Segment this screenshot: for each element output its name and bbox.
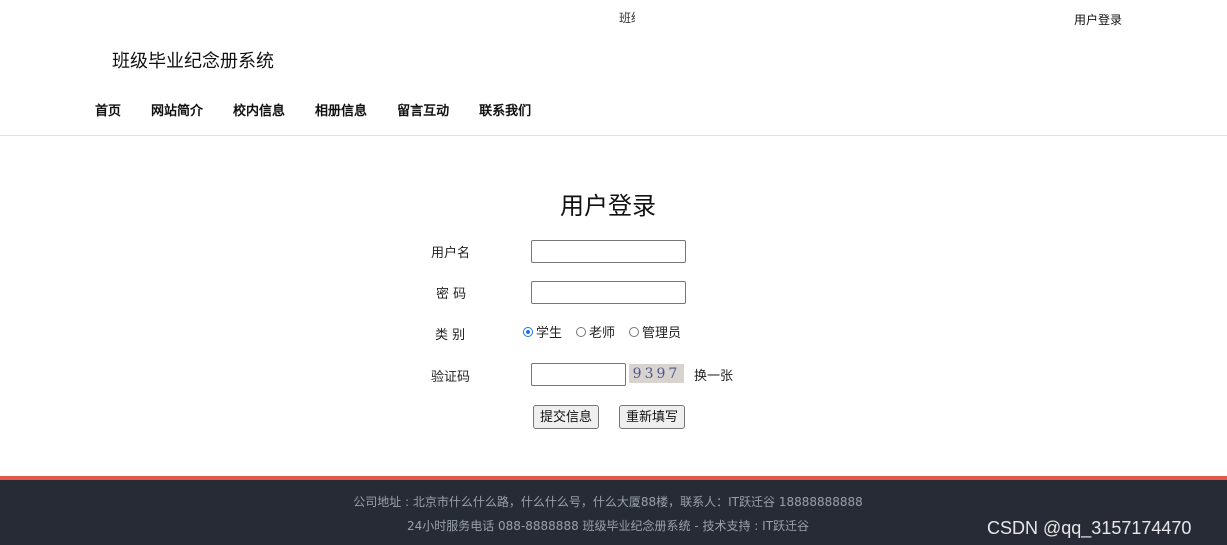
refresh-captcha-link[interactable]: 换一张 <box>694 365 733 384</box>
username-field[interactable] <box>531 240 686 263</box>
watermark: CSDN @qq_3157174470 <box>987 518 1192 538</box>
scrolling-notice: 班级 <box>619 11 635 25</box>
radio-teacher[interactable]: 老师 <box>576 322 615 341</box>
top-bar: 班级 用户登录 <box>0 0 1227 36</box>
nav-item-about[interactable]: 网站简介 <box>151 100 203 119</box>
nav-divider <box>0 135 1227 136</box>
user-login-link[interactable]: 用户登录 <box>1074 11 1122 28</box>
radio-button[interactable] <box>629 326 640 337</box>
site-title: 班级毕业纪念册系统 <box>112 51 274 72</box>
password-label: 密 码 <box>436 287 467 302</box>
captcha-image[interactable]: 9397 <box>629 364 684 383</box>
reset-button[interactable]: 重新填写 <box>619 405 686 429</box>
user-type-radio-group: 学生 老师 管理员 <box>523 322 695 341</box>
user-type-label: 类 别 <box>435 328 466 343</box>
page-title: 用户登录 <box>560 192 656 220</box>
footer-address: 公司地址 : 北京市什么什么路，什么什么号，什么大厦88楼，联系人：IT跃迁谷 … <box>353 495 863 509</box>
footer: 公司地址 : 北京市什么什么路，什么什么号，什么大厦88楼，联系人：IT跃迁谷 … <box>0 476 1227 545</box>
radio-button-checked[interactable] <box>523 326 533 337</box>
radio-student-label: 学生 <box>536 326 563 341</box>
captcha-field[interactable] <box>531 363 626 386</box>
captcha-label: 验证码 <box>431 370 471 385</box>
nav-item-campus-info[interactable]: 校内信息 <box>233 100 285 119</box>
password-field[interactable] <box>531 281 686 304</box>
nav-item-contact[interactable]: 联系我们 <box>479 100 531 119</box>
nav-item-home[interactable]: 首页 <box>95 100 121 119</box>
main-nav: 首页 网站简介 校内信息 相册信息 留言互动 联系我们 <box>95 100 561 119</box>
nav-item-albums[interactable]: 相册信息 <box>315 100 367 119</box>
radio-student[interactable]: 学生 <box>523 322 562 341</box>
radio-button[interactable] <box>576 326 587 337</box>
nav-item-messages[interactable]: 留言互动 <box>397 100 449 119</box>
submit-button[interactable]: 提交信息 <box>533 405 600 429</box>
radio-teacher-label: 老师 <box>589 326 616 341</box>
radio-admin-label: 管理员 <box>642 326 682 341</box>
username-label: 用户名 <box>431 246 471 261</box>
radio-admin[interactable]: 管理员 <box>629 322 681 341</box>
